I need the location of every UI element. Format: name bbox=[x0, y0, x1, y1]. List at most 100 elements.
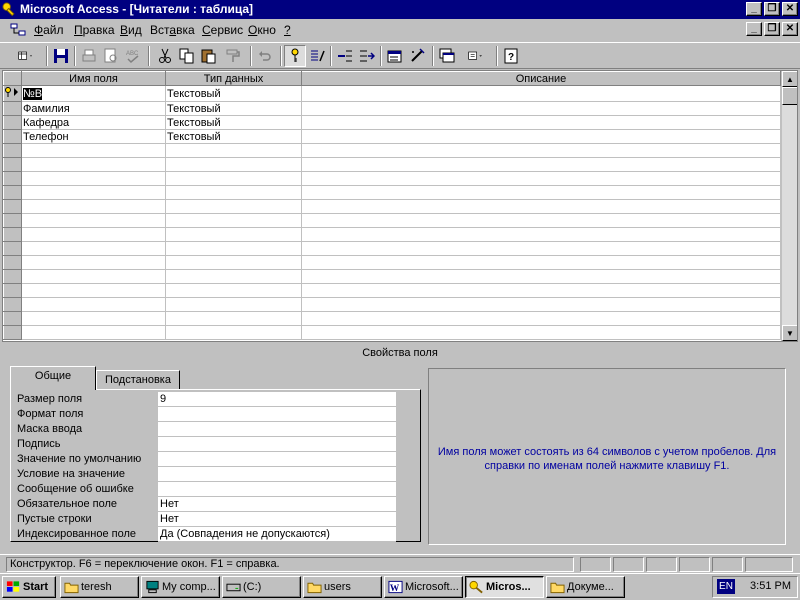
property-value[interactable]: 9 bbox=[158, 392, 396, 407]
table-design-grid[interactable]: Имя поля Тип данных Описание №В Текстовый… bbox=[2, 70, 798, 342]
scroll-down-button[interactable]: ▼ bbox=[782, 325, 797, 341]
description-cell[interactable] bbox=[301, 185, 781, 200]
data-type-cell[interactable] bbox=[165, 143, 302, 158]
taskbar-button[interactable]: My comp... bbox=[141, 576, 220, 598]
description-cell[interactable] bbox=[301, 311, 781, 326]
row-selector[interactable] bbox=[3, 227, 22, 242]
field-name-cell[interactable] bbox=[21, 255, 166, 270]
description-cell[interactable] bbox=[301, 199, 781, 214]
property-value[interactable]: Нет bbox=[158, 497, 396, 512]
property-value[interactable] bbox=[158, 437, 396, 452]
field-name-cell[interactable] bbox=[21, 297, 166, 312]
table-row[interactable] bbox=[3, 171, 781, 186]
properties-button[interactable] bbox=[384, 45, 406, 67]
description-cell[interactable] bbox=[301, 255, 781, 270]
row-selector[interactable] bbox=[3, 143, 22, 158]
row-selector[interactable] bbox=[3, 199, 22, 214]
field-name-cell[interactable] bbox=[21, 227, 166, 242]
data-type-cell[interactable]: Текстовый bbox=[165, 85, 302, 102]
table-row[interactable] bbox=[3, 199, 781, 214]
property-value[interactable]: Да (Совпадения не допускаются) bbox=[158, 527, 396, 542]
property-value[interactable] bbox=[158, 452, 396, 467]
row-selector[interactable] bbox=[3, 297, 22, 312]
table-design-icon[interactable] bbox=[10, 23, 26, 37]
scroll-up-button[interactable]: ▲ bbox=[782, 71, 797, 87]
spelling-button[interactable]: ABC bbox=[122, 45, 144, 67]
field-name-cell[interactable] bbox=[21, 269, 166, 284]
doc-close-button[interactable]: ✕ bbox=[782, 22, 798, 36]
field-name-cell[interactable] bbox=[21, 185, 166, 200]
row-selector[interactable] bbox=[3, 213, 22, 228]
description-cell[interactable] bbox=[301, 101, 781, 116]
table-row[interactable] bbox=[3, 269, 781, 284]
scroll-thumb[interactable] bbox=[782, 87, 797, 105]
row-selector[interactable] bbox=[3, 115, 22, 130]
delete-rows-button[interactable] bbox=[356, 45, 378, 67]
menu-help[interactable]: ? bbox=[284, 23, 291, 37]
row-selector[interactable] bbox=[3, 269, 22, 284]
table-row[interactable] bbox=[3, 227, 781, 242]
table-row[interactable] bbox=[3, 297, 781, 312]
indexes-button[interactable] bbox=[306, 45, 328, 67]
table-row[interactable] bbox=[3, 241, 781, 256]
build-button[interactable] bbox=[406, 45, 428, 67]
menu-edit[interactable]: Правка bbox=[74, 23, 115, 37]
data-type-cell[interactable]: Текстовый bbox=[165, 101, 302, 116]
cut-button[interactable] bbox=[154, 45, 176, 67]
minimize-button[interactable]: _ bbox=[746, 2, 762, 16]
restore-button[interactable]: ❐ bbox=[764, 2, 780, 16]
field-name-cell[interactable]: Фамилия bbox=[21, 101, 166, 116]
description-cell[interactable] bbox=[301, 241, 781, 256]
data-type-cell[interactable] bbox=[165, 269, 302, 284]
data-type-cell[interactable] bbox=[165, 311, 302, 326]
row-selector[interactable] bbox=[3, 241, 22, 256]
row-selector[interactable] bbox=[3, 311, 22, 326]
table-row[interactable]: Телефон Текстовый bbox=[3, 129, 781, 144]
field-name-cell[interactable] bbox=[21, 213, 166, 228]
help-button[interactable]: ? bbox=[500, 45, 522, 67]
doc-restore-button[interactable]: ❐ bbox=[764, 22, 780, 36]
taskbar-button[interactable]: users bbox=[303, 576, 382, 598]
start-button[interactable]: Start bbox=[2, 576, 56, 598]
field-name-cell[interactable] bbox=[21, 199, 166, 214]
description-cell[interactable] bbox=[301, 283, 781, 298]
data-type-cell[interactable]: Текстовый bbox=[165, 115, 302, 130]
description-cell[interactable] bbox=[301, 227, 781, 242]
table-row[interactable] bbox=[3, 213, 781, 228]
row-selector[interactable] bbox=[3, 101, 22, 116]
close-button[interactable]: ✕ bbox=[782, 2, 798, 16]
description-cell[interactable] bbox=[301, 171, 781, 186]
insert-rows-button[interactable] bbox=[334, 45, 356, 67]
paste-button[interactable] bbox=[198, 45, 220, 67]
vertical-scrollbar[interactable]: ▲ ▼ bbox=[781, 71, 797, 341]
data-type-cell[interactable] bbox=[165, 157, 302, 172]
table-row[interactable] bbox=[3, 311, 781, 326]
property-value[interactable]: Нет bbox=[158, 512, 396, 527]
print-button[interactable] bbox=[78, 45, 100, 67]
copy-button[interactable] bbox=[176, 45, 198, 67]
format-painter-button[interactable] bbox=[222, 45, 244, 67]
taskbar-button[interactable]: W Microsoft... bbox=[384, 576, 463, 598]
field-name-cell[interactable]: Кафедра bbox=[21, 115, 166, 130]
data-type-cell[interactable] bbox=[165, 325, 302, 340]
data-type-cell[interactable] bbox=[165, 171, 302, 186]
undo-button[interactable] bbox=[254, 45, 276, 67]
tab-lookup[interactable]: Подстановка bbox=[96, 370, 180, 390]
table-row[interactable] bbox=[3, 283, 781, 298]
data-type-cell[interactable]: Текстовый bbox=[165, 129, 302, 144]
database-window-button[interactable] bbox=[436, 45, 458, 67]
field-name-cell[interactable] bbox=[21, 171, 166, 186]
taskbar-button[interactable]: (C:) bbox=[222, 576, 301, 598]
description-cell[interactable] bbox=[301, 325, 781, 340]
row-selector[interactable] bbox=[3, 283, 22, 298]
field-name-cell[interactable] bbox=[21, 311, 166, 326]
data-type-cell[interactable] bbox=[165, 199, 302, 214]
row-selector[interactable] bbox=[3, 157, 22, 172]
table-row[interactable]: №В Текстовый bbox=[3, 85, 781, 102]
field-name-cell[interactable] bbox=[21, 157, 166, 172]
print-preview-button[interactable] bbox=[100, 45, 122, 67]
new-object-button[interactable] bbox=[460, 45, 492, 67]
row-selector[interactable] bbox=[3, 85, 22, 102]
row-selector[interactable] bbox=[3, 325, 22, 340]
table-row[interactable] bbox=[3, 157, 781, 172]
